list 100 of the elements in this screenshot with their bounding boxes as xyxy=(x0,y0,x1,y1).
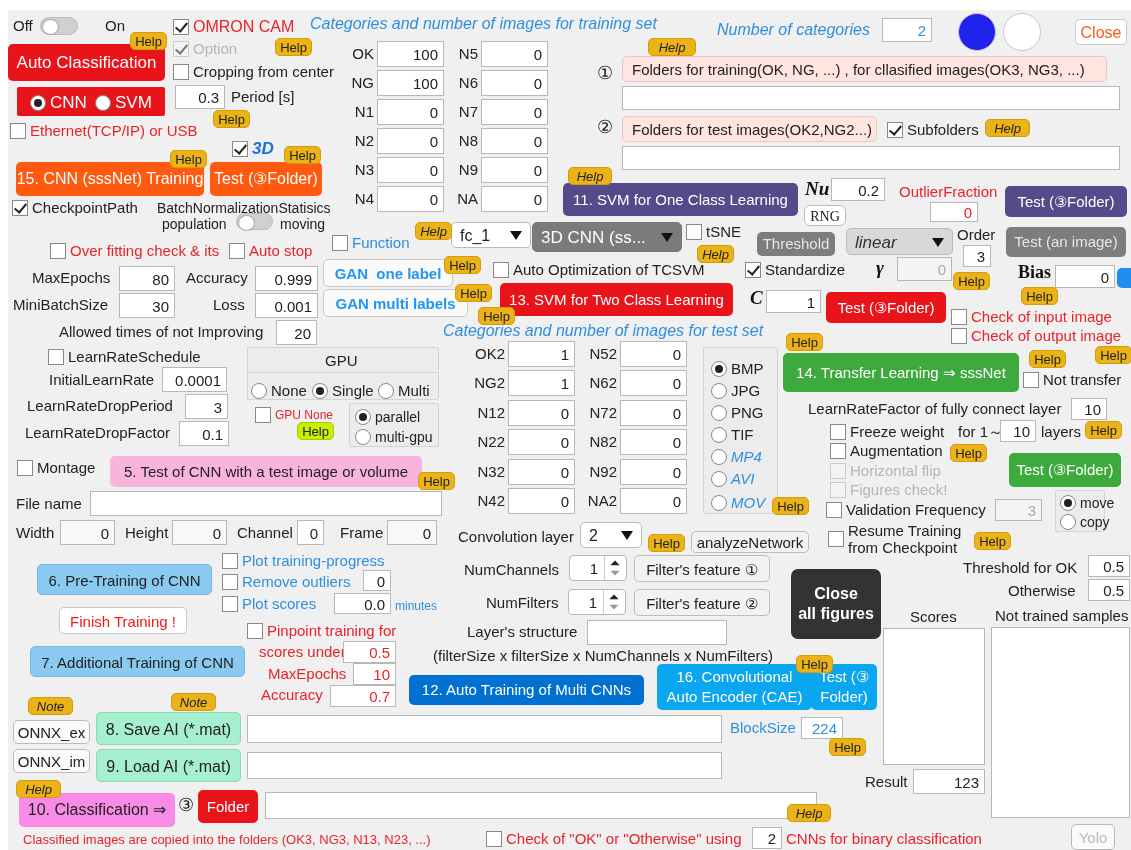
help-button[interactable]: Help xyxy=(444,256,481,274)
list-box[interactable] xyxy=(991,627,1130,818)
spin-field[interactable]: 1 xyxy=(568,589,626,615)
action-button[interactable]: 9. Load AI (*.mat) xyxy=(96,749,241,782)
input-field[interactable] xyxy=(247,715,722,743)
input-field[interactable]: 0 xyxy=(930,202,978,222)
input-field[interactable]: 0.1 xyxy=(179,421,229,446)
checkbox[interactable] xyxy=(332,235,348,251)
checkbox[interactable] xyxy=(951,328,967,344)
input-field[interactable]: 0 xyxy=(363,570,391,591)
checkbox[interactable] xyxy=(48,349,64,365)
toggle-switch[interactable] xyxy=(40,17,78,35)
help-button[interactable]: Help xyxy=(950,444,987,462)
action-button[interactable]: 11. SVM for One Class Learning xyxy=(563,183,798,216)
input-field[interactable]: 100 xyxy=(377,70,444,96)
input-field[interactable] xyxy=(622,86,1120,110)
dropdown[interactable]: fc_1 xyxy=(451,222,531,248)
input-field[interactable]: 0 xyxy=(1055,265,1115,288)
input-field[interactable] xyxy=(622,146,1120,170)
input-field[interactable]: 0.999 xyxy=(255,266,318,291)
help-button[interactable]: Help xyxy=(648,38,696,56)
action-button[interactable]: Close all figures xyxy=(791,569,881,639)
action-button[interactable]: RNG xyxy=(804,205,846,226)
checkbox[interactable] xyxy=(745,262,761,278)
input-field[interactable]: 0 xyxy=(377,128,444,154)
dropdown[interactable]: linear xyxy=(846,228,953,255)
input-field[interactable]: 0.2 xyxy=(831,178,885,201)
help-button[interactable]: Help xyxy=(568,167,612,185)
checkbox[interactable] xyxy=(173,64,189,80)
input-field[interactable]: 0 xyxy=(620,400,687,426)
checkbox[interactable] xyxy=(830,424,846,440)
action-button[interactable]: 7. Additional Training of CNN xyxy=(30,646,245,677)
checkbox[interactable] xyxy=(255,407,271,423)
input-field[interactable]: 10 xyxy=(1000,420,1036,442)
input-field[interactable]: 0.3 xyxy=(175,85,225,109)
action-button[interactable]: 6. Pre-Training of CNN xyxy=(37,564,212,595)
checkbox[interactable] xyxy=(229,243,245,259)
help-button[interactable]: Note xyxy=(171,693,216,711)
checkbox[interactable] xyxy=(486,831,502,847)
checkbox[interactable] xyxy=(1023,372,1039,388)
help-button[interactable]: Help xyxy=(1095,346,1131,364)
input-field[interactable]: 0 xyxy=(620,429,687,455)
action-button[interactable]: ONNX_ex xyxy=(13,720,90,744)
help-button[interactable]: Help xyxy=(415,222,452,240)
action-button[interactable]: Folders for test images(OK2,NG2...) xyxy=(622,116,877,142)
help-button[interactable]: Help xyxy=(170,150,207,168)
input-field[interactable]: 0 xyxy=(60,520,115,545)
input-field[interactable]: 0.001 xyxy=(255,293,318,318)
checkbox[interactable] xyxy=(222,574,238,590)
input-field[interactable]: 0 xyxy=(620,459,687,485)
input-field[interactable]: 0 xyxy=(297,520,324,545)
action-button[interactable]: ONNX_im xyxy=(13,749,90,773)
checkbox[interactable] xyxy=(12,200,28,216)
action-button[interactable]: Filter's feature ① xyxy=(634,555,770,582)
input-field[interactable]: 10 xyxy=(1071,398,1107,420)
input-field[interactable]: 0.7 xyxy=(330,685,396,707)
action-button[interactable]: 5. Test of CNN with a test image or volume xyxy=(110,456,422,487)
partial-button[interactable] xyxy=(1117,268,1131,288)
action-button[interactable]: Folder xyxy=(198,790,258,823)
help-button[interactable]: Help xyxy=(455,284,492,302)
help-button[interactable]: Help xyxy=(786,333,823,351)
input-field[interactable]: 0 xyxy=(387,520,437,545)
checkbox[interactable] xyxy=(830,443,846,459)
dropdown[interactable]: 2 xyxy=(580,522,642,548)
help-button[interactable]: Help xyxy=(953,272,990,290)
input-field[interactable]: 3 xyxy=(963,245,991,267)
help-button[interactable]: Help xyxy=(418,472,455,490)
help-button[interactable]: Help xyxy=(213,110,250,128)
checkbox[interactable] xyxy=(173,19,189,35)
input-field[interactable]: 80 xyxy=(119,266,175,291)
checkbox[interactable] xyxy=(247,623,263,639)
input-field[interactable]: 1 xyxy=(508,341,575,367)
input-field[interactable]: 0 xyxy=(377,99,444,125)
checkbox[interactable] xyxy=(887,122,903,138)
help-button[interactable]: Help xyxy=(16,780,61,798)
input-field[interactable]: 30 xyxy=(119,293,175,318)
input-field[interactable]: 0.0 xyxy=(334,593,391,614)
input-field[interactable]: 0 xyxy=(172,520,227,545)
input-field[interactable]: 0 xyxy=(481,70,548,96)
dropdown[interactable]: 3D CNN (ss... xyxy=(532,222,682,252)
input-field[interactable]: 0.5 xyxy=(1088,579,1130,601)
input-field[interactable] xyxy=(90,491,442,516)
input-field[interactable]: 0 xyxy=(620,341,687,367)
input-field[interactable]: 0 xyxy=(620,370,687,396)
help-button[interactable]: Help xyxy=(1021,287,1058,305)
input-field[interactable]: 10 xyxy=(353,663,396,685)
checkbox[interactable] xyxy=(232,141,248,157)
help-button[interactable]: Help xyxy=(697,245,734,263)
help-button[interactable]: Help xyxy=(1085,421,1122,439)
input-field[interactable]: 1 xyxy=(508,370,575,396)
checkbox[interactable] xyxy=(17,460,33,476)
action-button[interactable]: Finish Training ! xyxy=(59,607,187,634)
input-field[interactable]: 0 xyxy=(481,128,548,154)
checkbox[interactable] xyxy=(686,224,702,240)
input-field[interactable]: 0 xyxy=(481,99,548,125)
list-box[interactable] xyxy=(883,628,985,765)
help-button[interactable]: Help xyxy=(796,655,833,673)
input-field[interactable]: 0.0001 xyxy=(162,367,227,392)
toggle-switch[interactable] xyxy=(236,213,273,230)
input-field[interactable]: 123 xyxy=(913,769,985,794)
